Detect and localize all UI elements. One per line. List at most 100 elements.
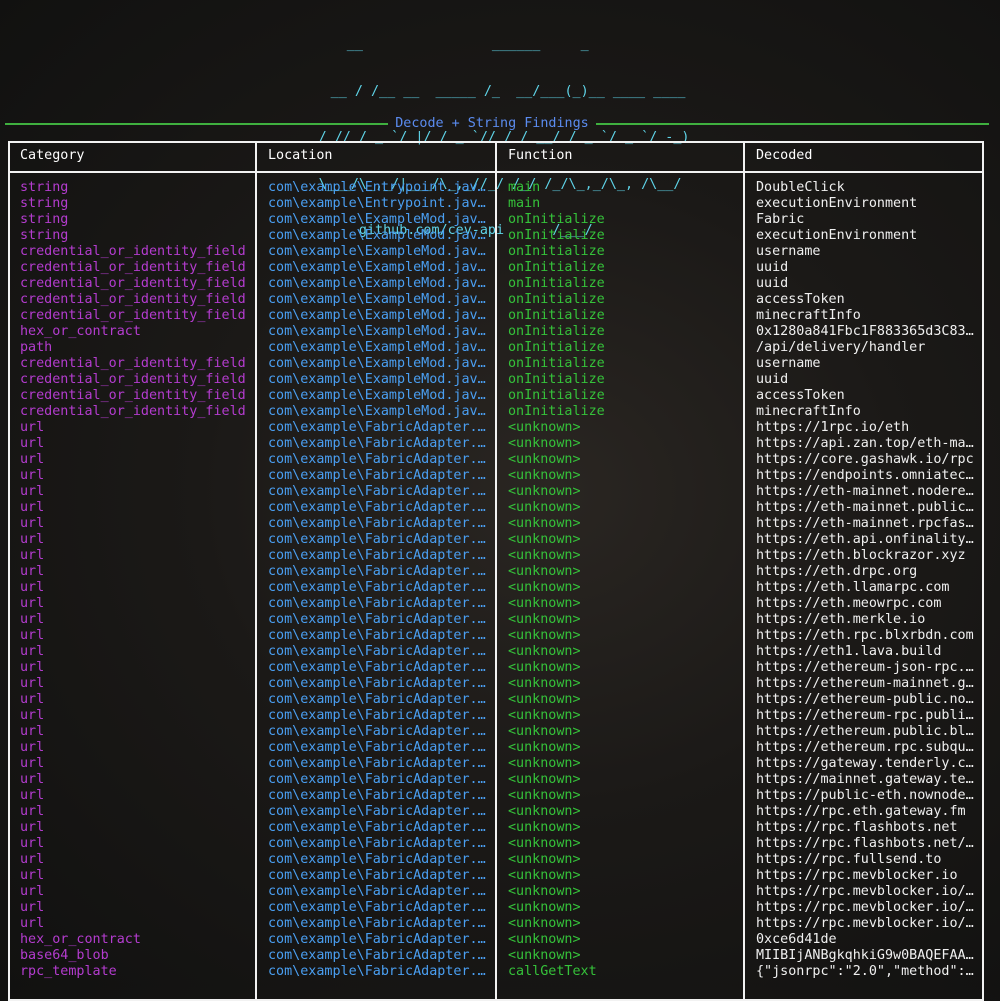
decoded-cell: https://eth.api.onfinality… bbox=[756, 532, 974, 547]
table-row: hex_or_contract com\example\FabricAdapter… bbox=[0, 932, 1000, 948]
category-cell: url bbox=[20, 516, 45, 531]
category-cell: credential_or_identity_field bbox=[20, 308, 246, 323]
function-cell: <unknown> bbox=[508, 916, 581, 931]
location-cell: com\example\ExampleMod.jav… bbox=[268, 244, 486, 259]
decoded-cell: https://rpc.mevblocker.io/… bbox=[756, 916, 974, 931]
table-row: url com\example\FabricAdapter.… <unknown> h… bbox=[0, 644, 1000, 660]
location-cell: com\example\FabricAdapter.… bbox=[268, 788, 486, 803]
function-cell: <unknown> bbox=[508, 756, 581, 771]
table-row: url com\example\FabricAdapter.… <unknown> h… bbox=[0, 596, 1000, 612]
function-cell: <unknown> bbox=[508, 452, 581, 467]
function-cell: <unknown> bbox=[508, 708, 581, 723]
location-cell: com\example\ExampleMod.jav… bbox=[268, 388, 486, 403]
location-cell: com\example\Entrypoint.jav… bbox=[268, 196, 486, 211]
decoded-cell: https://eth-mainnet.nodere… bbox=[756, 484, 974, 499]
section-title: Decode + String Findings bbox=[395, 116, 589, 131]
function-cell: callGetText bbox=[508, 964, 597, 979]
function-cell: onInitialize bbox=[508, 308, 605, 323]
table-row: url com\example\FabricAdapter.… <unknown> h… bbox=[0, 420, 1000, 436]
function-cell: <unknown> bbox=[508, 548, 581, 563]
location-cell: com\example\FabricAdapter.… bbox=[268, 932, 486, 947]
table-row: credential_or_identity_field com\example\… bbox=[0, 276, 1000, 292]
decoded-cell: https://eth.drpc.org bbox=[756, 564, 918, 579]
header-decoded: Decoded bbox=[756, 148, 813, 163]
decoded-cell: MIIBIjANBgkqhkiG9w0BAQEFAA… bbox=[756, 948, 974, 963]
location-cell: com\example\FabricAdapter.… bbox=[268, 484, 486, 499]
category-cell: url bbox=[20, 484, 45, 499]
category-cell: url bbox=[20, 468, 45, 483]
decoded-cell: https://ethereum.public.bl… bbox=[756, 724, 974, 739]
decoded-cell: username bbox=[756, 356, 821, 371]
table-row: string com\example\ExampleMod.jav… onIniti… bbox=[0, 212, 1000, 228]
category-cell: base64_blob bbox=[20, 948, 109, 963]
table-row: url com\example\FabricAdapter.… <unknown> h… bbox=[0, 772, 1000, 788]
location-cell: com\example\FabricAdapter.… bbox=[268, 964, 486, 979]
table-row: credential_or_identity_field com\example\… bbox=[0, 372, 1000, 388]
table-row: url com\example\FabricAdapter.… <unknown> h… bbox=[0, 660, 1000, 676]
function-cell: <unknown> bbox=[508, 804, 581, 819]
category-cell: url bbox=[20, 548, 45, 563]
function-cell: <unknown> bbox=[508, 564, 581, 579]
table-row: credential_or_identity_field com\example\… bbox=[0, 244, 1000, 260]
category-cell: url bbox=[20, 900, 45, 915]
location-cell: com\example\FabricAdapter.… bbox=[268, 852, 486, 867]
category-cell: url bbox=[20, 612, 45, 627]
table-row: url com\example\FabricAdapter.… <unknown> h… bbox=[0, 692, 1000, 708]
table-row: credential_or_identity_field com\example\… bbox=[0, 356, 1000, 372]
function-cell: onInitialize bbox=[508, 356, 605, 371]
location-cell: com\example\FabricAdapter.… bbox=[268, 452, 486, 467]
table-row: url com\example\FabricAdapter.… <unknown> h… bbox=[0, 900, 1000, 916]
category-cell: url bbox=[20, 836, 45, 851]
function-cell: onInitialize bbox=[508, 340, 605, 355]
location-cell: com\example\FabricAdapter.… bbox=[268, 884, 486, 899]
function-cell: onInitialize bbox=[508, 244, 605, 259]
location-cell: com\example\ExampleMod.jav… bbox=[268, 292, 486, 307]
location-cell: com\example\FabricAdapter.… bbox=[268, 836, 486, 851]
function-cell: main bbox=[508, 196, 541, 211]
function-cell: onInitialize bbox=[508, 228, 605, 243]
function-cell: <unknown> bbox=[508, 436, 581, 451]
category-cell: credential_or_identity_field bbox=[20, 388, 246, 403]
function-cell: <unknown> bbox=[508, 500, 581, 515]
table-row: url com\example\FabricAdapter.… <unknown> h… bbox=[0, 740, 1000, 756]
location-cell: com\example\FabricAdapter.… bbox=[268, 724, 486, 739]
function-cell: onInitialize bbox=[508, 324, 605, 339]
location-cell: com\example\FabricAdapter.… bbox=[268, 804, 486, 819]
decoded-cell: https://core.gashawk.io/rpc bbox=[756, 452, 974, 467]
table-row: url com\example\FabricAdapter.… <unknown> h… bbox=[0, 868, 1000, 884]
function-cell: onInitialize bbox=[508, 404, 605, 419]
location-cell: com\example\ExampleMod.jav… bbox=[268, 308, 486, 323]
decoded-cell: minecraftInfo bbox=[756, 404, 861, 419]
function-cell: onInitialize bbox=[508, 212, 605, 227]
category-cell: credential_or_identity_field bbox=[20, 372, 246, 387]
decoded-cell: uuid bbox=[756, 260, 789, 275]
category-cell: url bbox=[20, 868, 45, 883]
decoded-cell: https://ethereum.rpc.subqu… bbox=[756, 740, 974, 755]
function-cell: onInitialize bbox=[508, 292, 605, 307]
banner-line: __ ______ _ bbox=[314, 37, 686, 52]
location-cell: com\example\FabricAdapter.… bbox=[268, 868, 486, 883]
decoded-cell: https://gateway.tenderly.c… bbox=[756, 756, 974, 771]
table-row: url com\example\FabricAdapter.… <unknown> h… bbox=[0, 500, 1000, 516]
decoded-cell: {"jsonrpc":"2.0","method":… bbox=[756, 964, 974, 979]
header-divider bbox=[8, 171, 984, 173]
table-row: url com\example\FabricAdapter.… <unknown> h… bbox=[0, 708, 1000, 724]
category-cell: url bbox=[20, 532, 45, 547]
category-cell: path bbox=[20, 340, 53, 355]
section-rule-right bbox=[596, 123, 989, 125]
table-row: base64_blob com\example\FabricAdapter.… <u… bbox=[0, 948, 1000, 964]
decoded-cell: https://ethereum-public.no… bbox=[756, 692, 974, 707]
location-cell: com\example\FabricAdapter.… bbox=[268, 740, 486, 755]
header-function: Function bbox=[508, 148, 573, 163]
decoded-cell: https://rpc.mevblocker.io/… bbox=[756, 884, 974, 899]
category-cell: url bbox=[20, 500, 45, 515]
table-row: url com\example\FabricAdapter.… <unknown> h… bbox=[0, 884, 1000, 900]
decoded-cell: https://public-eth.nownode… bbox=[756, 788, 974, 803]
decoded-cell: https://eth-mainnet.public… bbox=[756, 500, 974, 515]
category-cell: url bbox=[20, 660, 45, 675]
location-cell: com\example\ExampleMod.jav… bbox=[268, 404, 486, 419]
location-cell: com\example\ExampleMod.jav… bbox=[268, 260, 486, 275]
table-row: url com\example\FabricAdapter.… <unknown> h… bbox=[0, 820, 1000, 836]
function-cell: <unknown> bbox=[508, 612, 581, 627]
category-cell: url bbox=[20, 788, 45, 803]
